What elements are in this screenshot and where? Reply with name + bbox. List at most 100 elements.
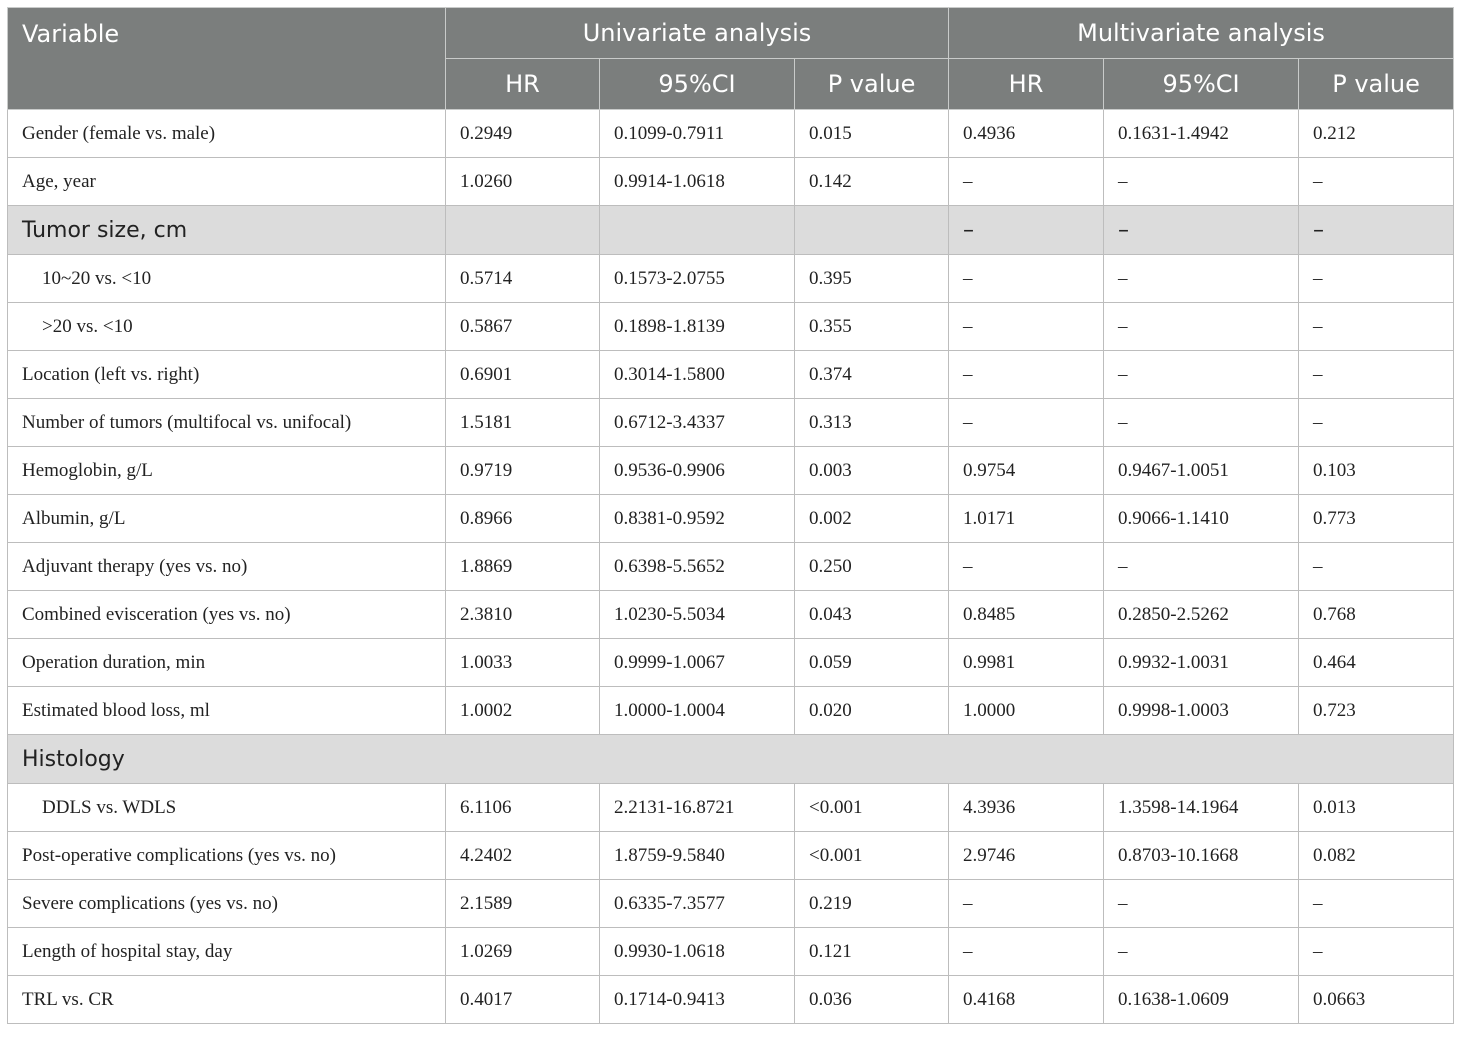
univariate-p-cell: 0.250 <box>793 542 950 591</box>
univariate-p-cell: 0.355 <box>793 302 950 351</box>
multivariate-ci-cell: 0.9467-1.0051 <box>1103 446 1300 495</box>
multivariate-hr-cell: – <box>948 542 1105 591</box>
univariate-p-cell <box>793 205 950 255</box>
univariate-p-cell: 0.219 <box>793 879 950 928</box>
univariate-ci-cell: 0.1573-2.0755 <box>599 254 795 303</box>
section-label: Histology <box>6 734 1455 784</box>
multivariate-ci-cell: – <box>1103 879 1300 928</box>
multivariate-hr-cell: 4.3936 <box>948 783 1105 832</box>
table-row: Adjuvant therapy (yes vs. no) 1.8869 0.6… <box>7 542 1455 591</box>
univariate-ci-cell: 1.0230-5.5034 <box>599 590 795 639</box>
univariate-ci-cell: 0.9914-1.0618 <box>599 157 795 206</box>
multivariate-p-cell: 0.212 <box>1298 109 1455 158</box>
univariate-p-cell: 0.059 <box>793 638 950 687</box>
univariate-p-cell: 0.313 <box>793 398 950 447</box>
table-row: Combined evisceration (yes vs. no) 2.381… <box>7 590 1455 639</box>
multivariate-ci-cell: 0.2850-2.5262 <box>1103 590 1300 639</box>
univariate-ci-cell <box>599 205 795 255</box>
variable-cell: Location (left vs. right) <box>7 350 446 399</box>
multivariate-ci-cell: 0.1638-1.0609 <box>1103 975 1300 1024</box>
univariate-p-cell: 0.374 <box>793 350 950 399</box>
table-row: Estimated blood loss, ml 1.0002 1.0000-1… <box>7 686 1455 735</box>
variable-cell: Estimated blood loss, ml <box>7 686 446 735</box>
multivariate-hr-cell: 0.9981 <box>948 638 1105 687</box>
multivariate-hr-cell: 0.8485 <box>948 590 1105 639</box>
table-row: Severe complications (yes vs. no) 2.1589… <box>7 879 1455 928</box>
univariate-p-cell: 0.015 <box>793 109 950 158</box>
table-row: Albumin, g/L 0.8966 0.8381-0.9592 0.002 … <box>7 494 1455 543</box>
multivariate-ci-cell: – <box>1103 927 1300 976</box>
multivariate-p-cell: 0.082 <box>1298 831 1455 880</box>
table-row: Number of tumors (multifocal vs. unifoca… <box>7 398 1455 447</box>
multivariate-ci-cell: – <box>1103 302 1300 351</box>
multivariate-p-cell: – <box>1298 542 1455 591</box>
univariate-p-cell: 0.020 <box>793 686 950 735</box>
multivariate-hr-cell: – <box>948 927 1105 976</box>
multivariate-hr-cell: – <box>948 254 1105 303</box>
table-row: Gender (female vs. male) 0.2949 0.1099-0… <box>7 109 1455 158</box>
univariate-hr-cell: 2.3810 <box>445 590 600 639</box>
univariate-hr-cell: 4.2402 <box>445 831 600 880</box>
univariate-hr-header: HR <box>445 58 600 110</box>
multivariate-p-cell: – <box>1298 254 1455 303</box>
multivariate-ci-cell: 0.8703-10.1668 <box>1103 831 1300 880</box>
multivariate-hr-cell: 0.4168 <box>948 975 1105 1024</box>
multivariate-hr-cell: – <box>948 205 1105 255</box>
variable-cell: Adjuvant therapy (yes vs. no) <box>7 542 446 591</box>
univariate-hr-cell: 0.9719 <box>445 446 600 495</box>
univariate-hr-cell: 1.5181 <box>445 398 600 447</box>
multivariate-ci-cell: 0.9066-1.1410 <box>1103 494 1300 543</box>
variable-cell: Gender (female vs. male) <box>7 109 446 158</box>
univariate-p-cell: 0.043 <box>793 590 950 639</box>
multivariate-hr-cell: – <box>948 879 1105 928</box>
variable-cell: >20 vs. <10 <box>7 302 446 351</box>
variable-cell: Operation duration, min <box>7 638 446 687</box>
univariate-p-cell: <0.001 <box>793 831 950 880</box>
univariate-p-cell: 0.002 <box>793 494 950 543</box>
multivariate-hr-cell: – <box>948 398 1105 447</box>
multivariate-hr-cell: 0.4936 <box>948 109 1105 158</box>
table-header: Variable Univariate analysis Multivariat… <box>7 7 1455 110</box>
section-label: Tumor size, cm <box>7 205 446 255</box>
variable-cell: Albumin, g/L <box>7 494 446 543</box>
multivariate-p-cell: – <box>1298 302 1455 351</box>
multivariate-ci-cell: 0.1631-1.4942 <box>1103 109 1300 158</box>
univariate-hr-cell: 1.0002 <box>445 686 600 735</box>
section-row-tumor-size: Tumor size, cm – – – <box>7 205 1455 255</box>
table-row: >20 vs. <10 0.5867 0.1898-1.8139 0.355 –… <box>7 302 1455 351</box>
univariate-hr-cell: 1.0033 <box>445 638 600 687</box>
multivariate-p-cell: 0.773 <box>1298 494 1455 543</box>
univariate-hr-cell: 0.5867 <box>445 302 600 351</box>
multivariate-p-cell: 0.723 <box>1298 686 1455 735</box>
variable-cell: 10~20 vs. <10 <box>7 254 446 303</box>
multivariate-ci-cell: – <box>1103 157 1300 206</box>
univariate-ci-header: 95%CI <box>599 58 795 110</box>
table-row: DDLS vs. WDLS 6.1106 2.2131-16.8721 <0.0… <box>7 783 1455 832</box>
regression-table: Variable Univariate analysis Multivariat… <box>6 7 1455 1024</box>
multivariate-p-header: P value <box>1298 58 1455 110</box>
variable-cell: TRL vs. CR <box>7 975 446 1024</box>
univariate-ci-cell: 1.0000-1.0004 <box>599 686 795 735</box>
univariate-hr-cell: 0.6901 <box>445 350 600 399</box>
univariate-hr-cell: 0.2949 <box>445 109 600 158</box>
table-row: Hemoglobin, g/L 0.9719 0.9536-0.9906 0.0… <box>7 446 1455 495</box>
multivariate-ci-cell: – <box>1103 205 1300 255</box>
section-row-histology: Histology <box>6 734 1455 784</box>
multivariate-hr-cell: 1.0171 <box>948 494 1105 543</box>
variable-cell: DDLS vs. WDLS <box>7 783 446 832</box>
table-row: Location (left vs. right) 0.6901 0.3014-… <box>7 350 1455 399</box>
univariate-ci-cell: 0.9999-1.0067 <box>599 638 795 687</box>
multivariate-p-cell: – <box>1298 927 1455 976</box>
multivariate-p-cell: – <box>1298 205 1455 255</box>
univariate-hr-cell <box>445 205 600 255</box>
univariate-p-cell: <0.001 <box>793 783 950 832</box>
univariate-ci-cell: 0.3014-1.5800 <box>599 350 795 399</box>
multivariate-hr-cell: – <box>948 157 1105 206</box>
variable-cell: Hemoglobin, g/L <box>7 446 446 495</box>
multivariate-p-cell: – <box>1298 350 1455 399</box>
multivariate-hr-cell: 0.9754 <box>948 446 1105 495</box>
univariate-hr-cell: 0.4017 <box>445 975 600 1024</box>
univariate-ci-cell: 0.1099-0.7911 <box>599 109 795 158</box>
table-row: Age, year 1.0260 0.9914-1.0618 0.142 – –… <box>7 157 1455 206</box>
univariate-ci-cell: 0.6398-5.5652 <box>599 542 795 591</box>
